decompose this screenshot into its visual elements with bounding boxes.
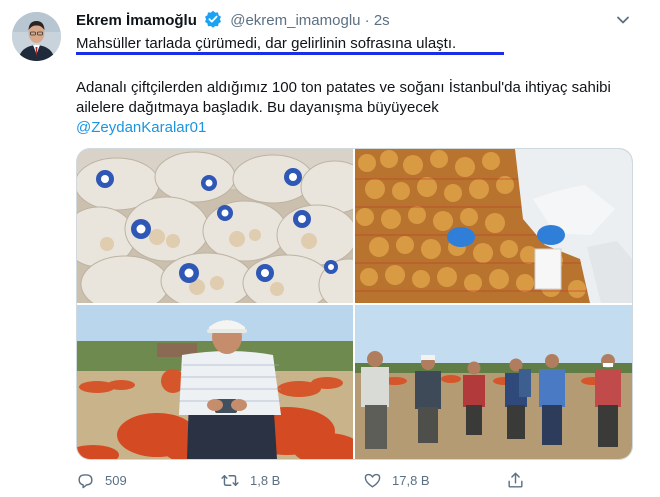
- tweet-headline: Mahsüller tarlada çürümedi, dar gelirlin…: [76, 35, 457, 52]
- photo-farmer-field[interactable]: [77, 305, 353, 459]
- reply-button[interactable]: 509: [76, 468, 127, 492]
- like-count: 17,8 B: [392, 472, 430, 488]
- tweet-card[interactable]: Ekrem İmamoğlu @ekrem_imamoglu · 2s Mahs…: [0, 0, 660, 497]
- tweet-timestamp[interactable]: 2s: [374, 12, 390, 29]
- photo-potato-sacks[interactable]: [77, 149, 353, 303]
- photo-group-field[interactable]: [355, 305, 632, 459]
- media-grid: [76, 148, 633, 460]
- retweet-icon: [221, 474, 239, 486]
- avatar[interactable]: [12, 12, 61, 61]
- photo-onion-sacks[interactable]: [355, 149, 632, 303]
- like-button[interactable]: 17,8 B: [363, 468, 430, 492]
- mention-link[interactable]: @ZeydanKaralar01: [76, 118, 636, 138]
- reply-count: 509: [105, 472, 127, 488]
- highlight-underline: [76, 52, 504, 55]
- share-icon: [508, 472, 523, 488]
- retweet-button[interactable]: 1,8 B: [220, 468, 280, 492]
- retweet-count: 1,8 B: [250, 472, 281, 488]
- tweet-body: Adanalı çiftçilerden aldığımız 100 ton p…: [76, 78, 636, 138]
- tweet-actions: 509 1,8 B 17,8 B: [76, 468, 636, 492]
- tweet-body-text: Adanalı çiftçilerden aldığımız 100 ton p…: [76, 79, 611, 116]
- share-button[interactable]: [506, 468, 535, 492]
- like-icon: [364, 473, 381, 488]
- author-name[interactable]: Ekrem İmamoğlu: [76, 12, 197, 29]
- reply-icon: [78, 473, 93, 488]
- verified-badge-icon: [204, 10, 222, 34]
- separator-dot: ·: [364, 12, 370, 29]
- chevron-down-icon[interactable]: [612, 9, 634, 31]
- tweet-header: Ekrem İmamoğlu @ekrem_imamoglu · 2s: [76, 10, 390, 34]
- author-handle[interactable]: @ekrem_imamoglu: [230, 12, 360, 29]
